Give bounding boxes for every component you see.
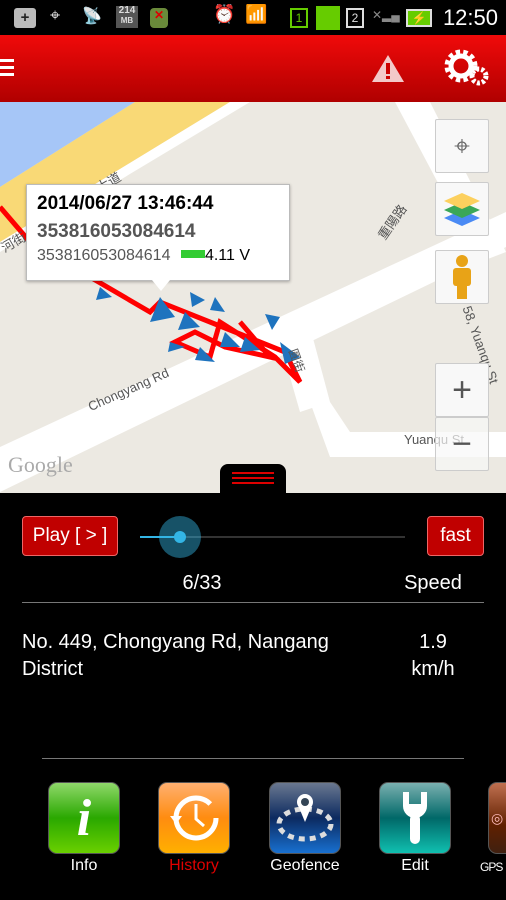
history-icon [158,782,230,854]
info-window: 2014/06/27 13:46:44 353816053084614 3538… [26,184,290,291]
nav-history[interactable]: History [157,782,231,875]
google-logo: Google [8,452,73,477]
drawer-handle[interactable] [220,464,286,493]
memory-value: 214 [118,5,136,16]
street-view-button[interactable] [435,250,489,304]
popup-device-id: 353816053084614 [37,247,171,264]
warning-icon[interactable] [371,53,405,83]
map-view[interactable]: Chongyang Rd 重陽路 Yuanqu St Lane 58, Yuan… [0,102,506,493]
memory-unit: MB [120,16,134,25]
speed-readout: 1.9 km/h [390,629,476,683]
gps-icon: ⌖ [50,5,61,25]
nav-label: Info [70,857,98,874]
playback-slider[interactable] [140,516,405,558]
nav-label: Geofence [270,857,340,874]
memory-icon: 214 MB [116,6,138,28]
wifi-icon: 📶 [245,4,268,24]
nav-label: History [169,857,219,874]
popup-pointer [152,280,170,291]
speed-unit: km/h [411,658,455,680]
popup-device-id-title: 353816053084614 [37,221,196,242]
popup-datetime: 2014/06/27 13:46:44 [37,193,214,214]
nav-label: Edit [401,857,429,874]
signal-icon [316,6,340,30]
battery-charging-icon: ⚡ [406,9,432,27]
wrench-icon [379,782,451,854]
divider [22,602,484,603]
gear-icon[interactable] [443,48,491,88]
nav-info[interactable]: i Info [47,782,121,875]
divider [42,758,464,759]
battery-icon [180,250,205,258]
speed-value: 1.9 [419,631,447,653]
popup-voltage: 4.11 V [204,247,251,264]
crosshair-icon: ⌖ [454,129,470,161]
zoom-out-button[interactable]: − [435,417,489,471]
satellite-icon: 📡 [82,8,102,25]
android-debug-icon: ✕ [150,8,168,28]
pegman-icon [453,255,471,299]
speed-header: Speed [404,572,462,594]
layers-icon [444,193,480,226]
alarm-icon: ⏰ [213,4,236,24]
nav-gps[interactable]: ◎ GPS [480,782,506,874]
gps-icon: ◎ [488,782,506,854]
info-icon: i [48,782,120,854]
app-header [0,35,506,102]
nav-geofence[interactable]: Geofence [268,782,342,875]
play-button[interactable]: Play [ > ] [22,516,118,556]
nav-edit[interactable]: Edit [378,782,452,875]
sim1-icon: 1 [290,8,308,28]
no-signal-icon: ✕▂▄ [372,8,400,22]
zoom-in-button[interactable]: + [435,363,489,417]
add-notification-icon: + [14,8,36,28]
nav-label: GPS [480,860,503,874]
speed-button[interactable]: fast [427,516,484,556]
layers-button[interactable] [435,182,489,236]
playback-position: 6/33 [182,572,222,594]
hamburger-icon[interactable] [0,59,14,76]
sim2-icon: 2 [346,8,364,28]
my-location-button[interactable]: ⌖ [435,119,489,173]
slider-thumb[interactable] [158,516,201,558]
address-text: No. 449, Chongyang Rd, Nangang District [22,631,329,680]
status-bar: + ⌖ 📡 214 MB ✕ ⏰ 📶 1 2 ✕▂▄ ⚡ 12:50 [0,0,506,35]
popup-device-row: 353816053084614 4.11 V [37,247,279,265]
clock: 12:50 [442,5,498,30]
geofence-icon [269,782,341,854]
